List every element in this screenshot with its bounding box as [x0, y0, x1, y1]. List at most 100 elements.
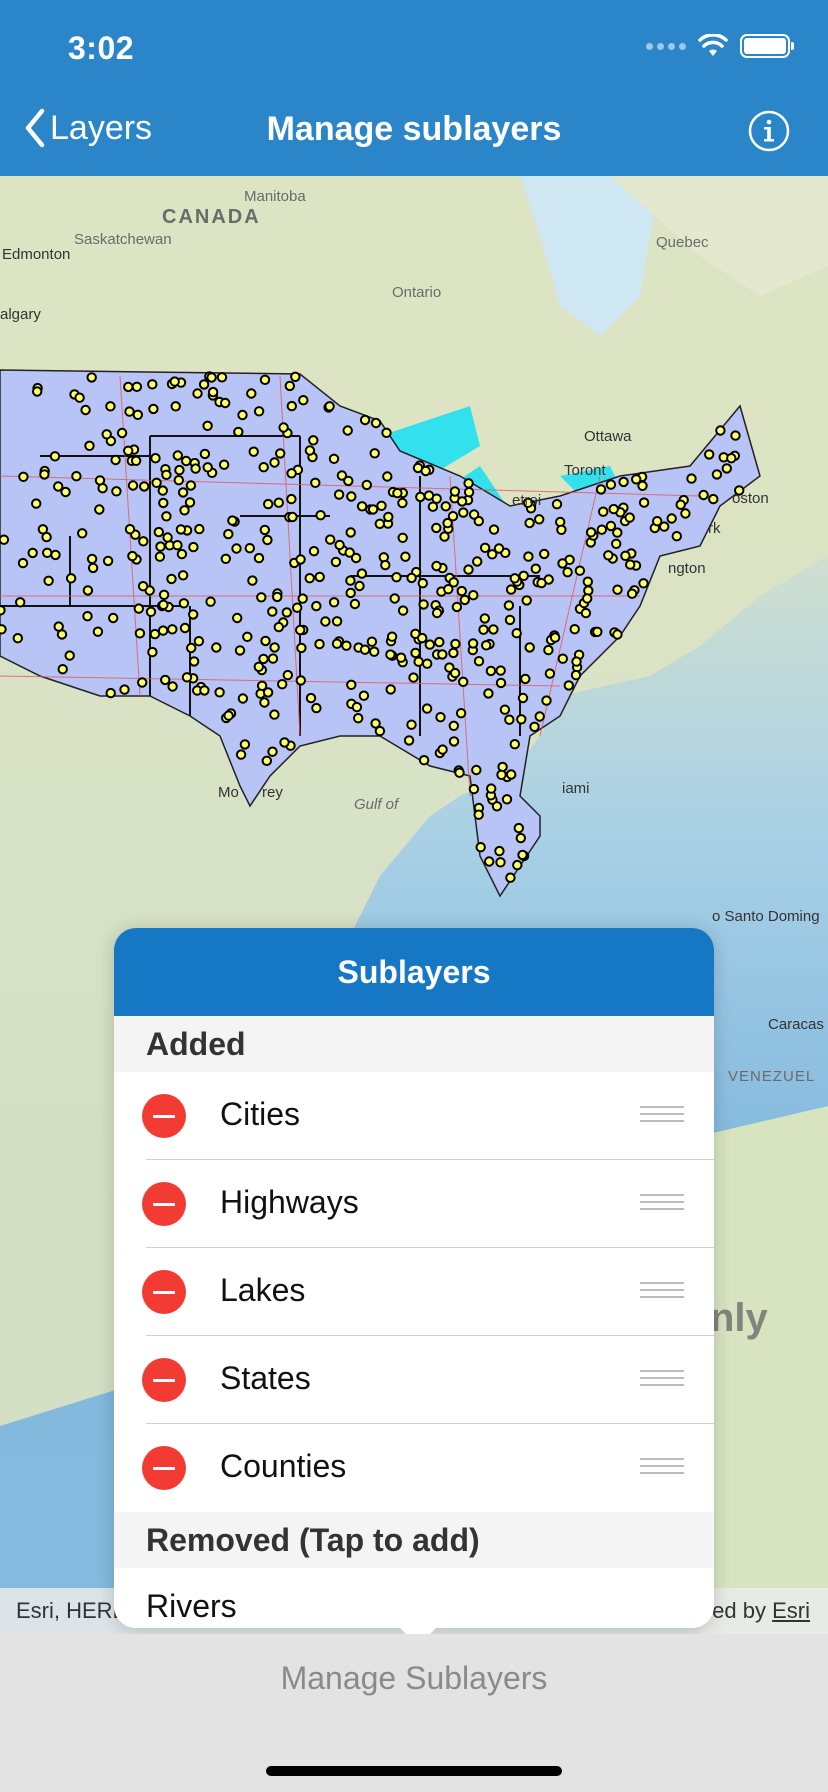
city-point: [435, 712, 446, 723]
city-point: [463, 487, 475, 498]
city-point: [77, 528, 88, 539]
city-point: [397, 497, 408, 509]
city-point: [253, 661, 264, 672]
city-point: [708, 493, 719, 505]
city-point: [105, 687, 116, 699]
city-point: [328, 453, 340, 464]
city-point: [543, 644, 554, 656]
city-point: [158, 589, 170, 600]
city-point: [127, 480, 139, 491]
city-point: [603, 550, 614, 561]
city-point: [479, 613, 490, 624]
city-point: [86, 553, 98, 565]
map-label: etroi: [512, 492, 542, 509]
city-point: [346, 679, 357, 690]
city-point: [562, 567, 573, 578]
city-point: [523, 551, 534, 562]
city-point: [392, 487, 403, 499]
city-point: [92, 626, 104, 637]
city-point: [287, 511, 298, 523]
city-point: [298, 395, 309, 406]
city-point: [311, 702, 322, 714]
city-point: [366, 636, 378, 647]
city-point: [314, 638, 325, 650]
city-point: [485, 665, 497, 677]
delete-lakes-button[interactable]: [142, 1270, 186, 1314]
map-label: Saskatchewan: [74, 231, 172, 248]
city-point: [638, 497, 650, 508]
city-point: [612, 584, 623, 595]
city-point: [659, 521, 670, 532]
city-point: [39, 469, 50, 480]
city-point: [60, 486, 71, 498]
manage-sublayers-button[interactable]: Manage Sublayers: [0, 1660, 828, 1697]
city-point: [74, 392, 85, 403]
city-point: [279, 737, 290, 748]
city-point: [43, 575, 54, 586]
reorder-handle-icon[interactable]: [640, 1458, 684, 1478]
delete-states-button[interactable]: [142, 1358, 186, 1402]
city-point: [455, 708, 467, 719]
city-point: [82, 611, 93, 622]
reorder-handle-icon[interactable]: [640, 1370, 684, 1390]
city-point: [434, 636, 445, 648]
city-point: [431, 560, 442, 572]
city-point: [267, 746, 278, 757]
city-point: [334, 539, 345, 551]
city-point: [176, 548, 188, 560]
city-point: [82, 585, 94, 596]
reorder-handle-icon[interactable]: [640, 1282, 684, 1302]
sublayer-row-states[interactable]: States: [114, 1336, 714, 1424]
city-point: [331, 638, 343, 649]
city-point: [256, 592, 267, 603]
home-indicator: [266, 1766, 562, 1776]
city-point: [544, 668, 556, 679]
city-point: [495, 665, 506, 676]
sublayer-label: States: [220, 1360, 311, 1396]
city-point: [314, 571, 325, 583]
sublayer-row-lakes[interactable]: Lakes: [114, 1248, 714, 1336]
city-point: [147, 379, 158, 390]
map-label: Caracas: [768, 1016, 824, 1033]
city-point: [345, 527, 356, 538]
city-point: [417, 578, 428, 589]
delete-counties-button[interactable]: [142, 1446, 186, 1490]
city-point: [638, 578, 649, 589]
city-point: [370, 718, 381, 729]
battery-icon: [740, 34, 794, 58]
city-point: [162, 532, 173, 543]
city-point: [620, 550, 631, 561]
city-point: [124, 406, 135, 417]
city-point: [675, 499, 686, 510]
city-point: [345, 575, 356, 586]
city-point: [341, 640, 352, 651]
sublayer-row-rivers[interactable]: Rivers: [114, 1568, 714, 1628]
city-point: [311, 600, 322, 612]
delete-highways-button[interactable]: [142, 1182, 186, 1226]
city-point: [698, 489, 709, 501]
sublayer-row-highways[interactable]: Highways: [114, 1160, 714, 1248]
city-point: [148, 403, 159, 415]
city-point: [147, 646, 158, 658]
city-point: [471, 764, 482, 776]
sublayer-row-cities[interactable]: Cities: [114, 1072, 714, 1160]
sublayer-label: Counties: [220, 1448, 347, 1484]
city-point: [391, 572, 402, 583]
city-point: [410, 647, 421, 659]
city-point: [624, 512, 635, 523]
reorder-handle-icon[interactable]: [640, 1194, 684, 1214]
city-point: [169, 376, 180, 387]
esri-link[interactable]: Esri: [772, 1598, 810, 1623]
city-point: [524, 517, 535, 529]
city-point: [580, 607, 592, 619]
city-point: [181, 455, 192, 467]
sublayer-row-counties[interactable]: Counties: [114, 1424, 714, 1512]
reorder-handle-icon[interactable]: [640, 1106, 684, 1126]
city-point: [50, 549, 61, 561]
city-point: [233, 426, 244, 438]
info-icon[interactable]: [748, 110, 790, 152]
city-point: [406, 572, 417, 584]
city-point: [530, 563, 541, 574]
delete-cities-button[interactable]: [142, 1094, 186, 1138]
city-point: [211, 642, 222, 653]
